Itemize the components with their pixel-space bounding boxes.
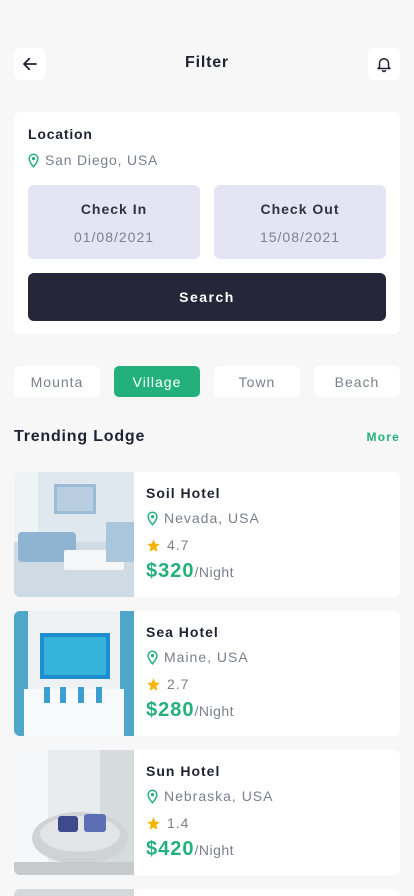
location-label: Location [28, 126, 93, 142]
hotel-image [14, 889, 134, 896]
location-value: San Diego, USA [45, 152, 159, 168]
location-pin-icon [147, 788, 158, 804]
hotel-card[interactable]: Sun Hotel Nebraska, USA 1.4 $420 /Night [14, 750, 400, 875]
category-chip-mountain[interactable]: Mounta [14, 366, 100, 397]
hotel-price: $320 /Night [146, 560, 234, 583]
search-button[interactable]: Search [28, 273, 386, 321]
check-in-value: 01/08/2021 [73, 229, 155, 245]
category-chip-town[interactable]: Town [214, 366, 300, 397]
notification-button[interactable] [368, 48, 400, 80]
hotel-price: $280 /Night [146, 699, 234, 722]
location-field[interactable]: San Diego, USA [26, 152, 158, 168]
hotel-location: Nevada, USA [145, 510, 260, 526]
hotel-location-text: Maine, USA [164, 649, 249, 665]
filter-card: Location San Diego, USA Check In 01/08/2… [14, 112, 400, 334]
check-out-field[interactable]: Check Out 15/08/2021 [214, 185, 386, 259]
hotel-location-text: Nebraska, USA [164, 788, 274, 804]
bell-icon [377, 58, 391, 73]
hotel-location: Maine, USA [145, 649, 249, 665]
price-value: $420 [146, 838, 195, 860]
price-unit: /Night [194, 842, 235, 858]
category-chip-beach[interactable]: Beach [314, 366, 400, 397]
check-in-field[interactable]: Check In 01/08/2021 [28, 185, 200, 259]
hotel-card[interactable]: Sea Hotel Maine, USA 2.7 $280 /Night [14, 611, 400, 736]
hotel-location-text: Nevada, USA [164, 510, 260, 526]
page-title: Filter [185, 54, 229, 71]
hotel-name: Sun Hotel [146, 763, 221, 779]
hotel-rating-value: 4.7 [167, 537, 190, 553]
price-unit: /Night [194, 703, 235, 719]
star-icon [147, 677, 160, 691]
hotel-name: Soil Hotel [146, 485, 221, 501]
hotel-rating-value: 1.4 [167, 815, 190, 831]
hotel-image [14, 611, 134, 736]
price-unit: /Night [194, 564, 235, 580]
hotel-card-partial[interactable] [14, 889, 400, 896]
category-chip-village[interactable]: Village [114, 366, 200, 397]
hotel-rating-value: 2.7 [167, 676, 190, 692]
hotel-name: Sea Hotel [146, 624, 219, 640]
hotel-rating: 2.7 [146, 676, 189, 692]
check-in-label: Check In [80, 201, 148, 217]
location-pin-icon [147, 510, 158, 526]
location-pin-icon [28, 152, 39, 168]
check-out-value: 15/08/2021 [259, 229, 341, 245]
header: Filter [0, 48, 414, 82]
hotel-rating: 1.4 [146, 815, 189, 831]
hotel-location: Nebraska, USA [145, 788, 273, 804]
more-link[interactable]: More [367, 430, 400, 444]
hotel-card[interactable]: Soil Hotel Nevada, USA 4.7 $320 /Night [14, 472, 400, 597]
price-value: $280 [146, 699, 195, 721]
check-out-label: Check Out [260, 201, 340, 217]
star-icon [147, 816, 160, 830]
section-title: Trending Lodge [14, 428, 146, 445]
hotel-price: $420 /Night [146, 838, 234, 861]
location-pin-icon [147, 649, 158, 665]
hotel-image [14, 750, 134, 875]
price-value: $320 [146, 560, 195, 582]
star-icon [147, 538, 160, 552]
hotel-rating: 4.7 [146, 537, 189, 553]
hotel-image [14, 472, 134, 597]
